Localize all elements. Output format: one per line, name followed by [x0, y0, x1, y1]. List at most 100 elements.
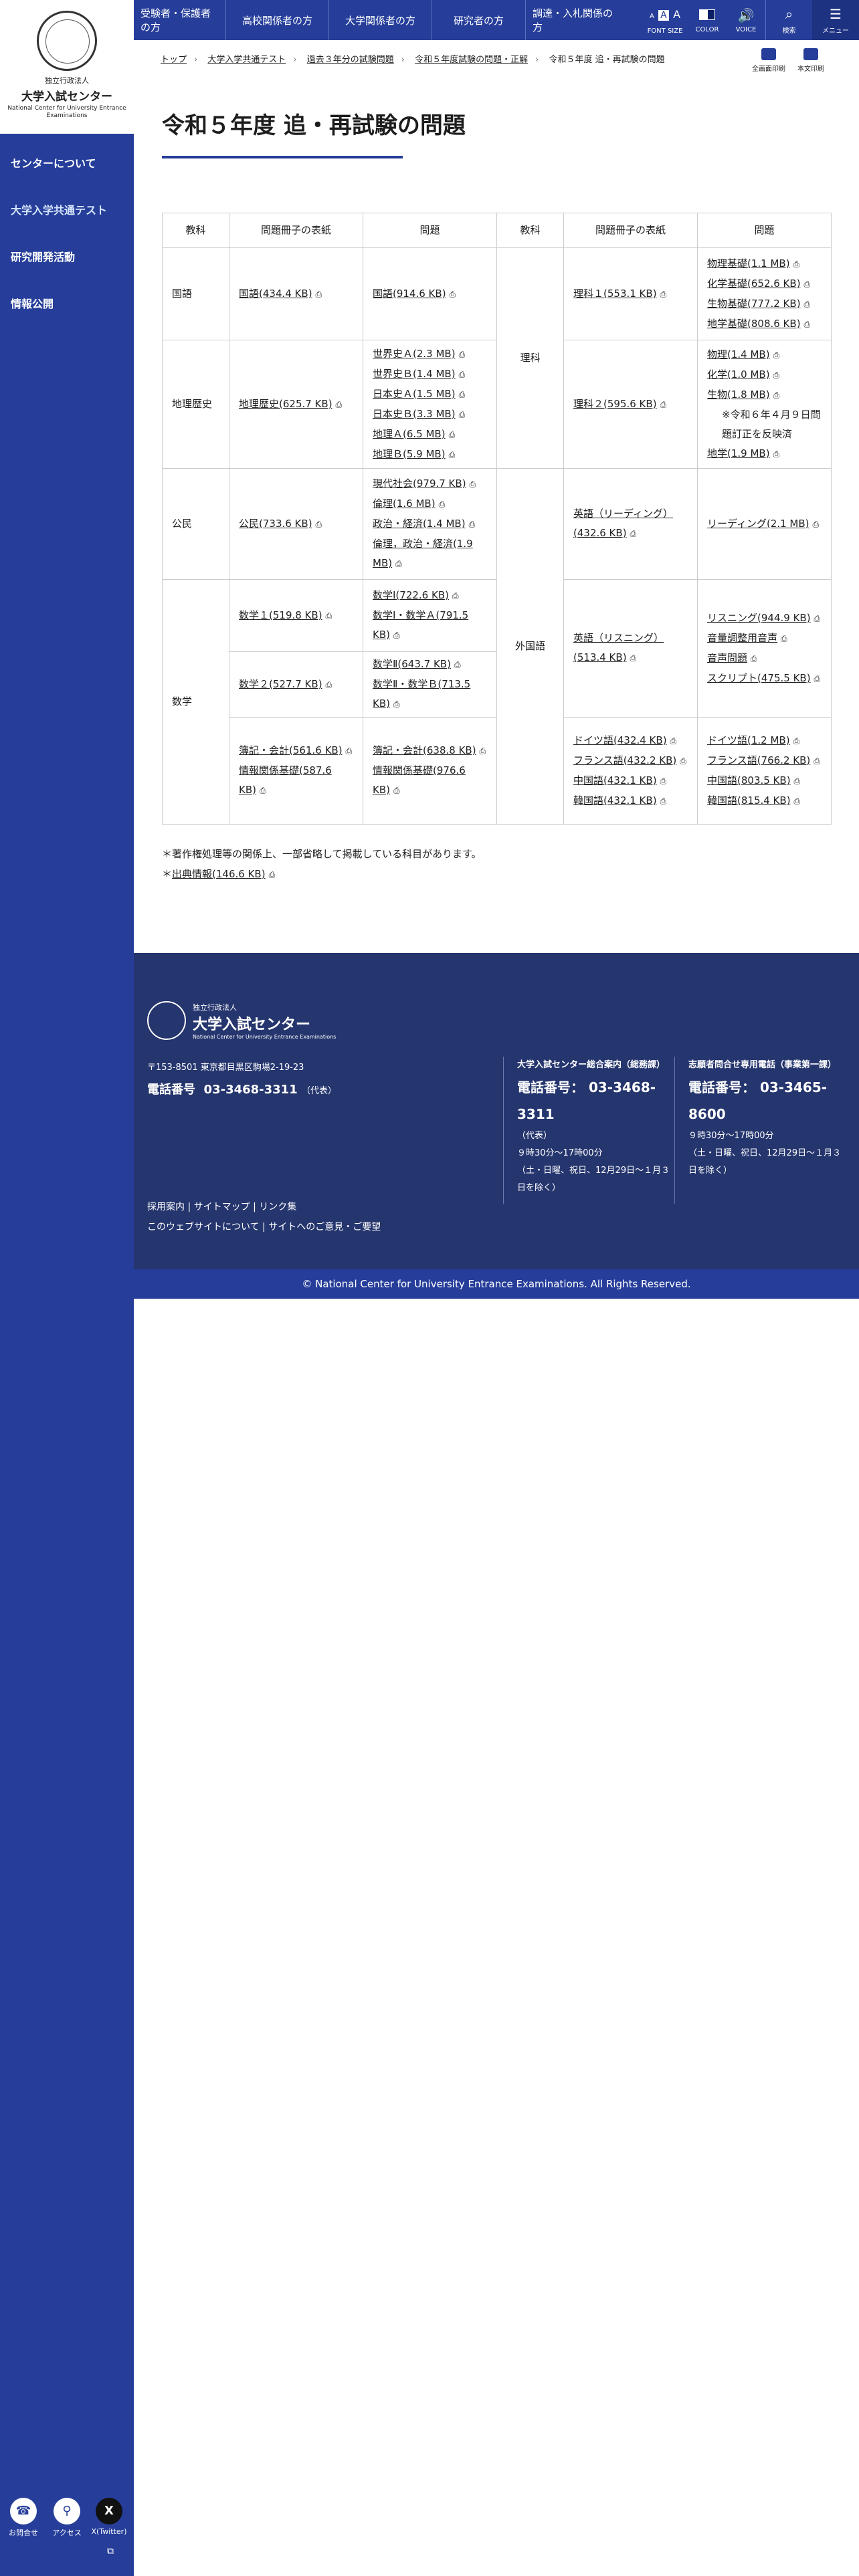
pdf-link[interactable]: 政治・経済(1.4 MB) — [373, 518, 466, 530]
breadcrumb-past-exams[interactable]: 過去３年分の試験問題 — [307, 55, 394, 65]
pdf-link[interactable]: 世界史Ａ(2.3 MB) — [373, 348, 456, 360]
pdf-link[interactable]: 理科１(553.1 KB) — [573, 288, 657, 300]
pdf-link[interactable]: 物理(1.4 MB) — [707, 348, 770, 360]
pdf-link[interactable]: 簿記・会計(561.6 KB) — [239, 744, 343, 756]
pdf-link[interactable]: リーディング(2.1 MB) — [707, 518, 809, 530]
pdf-link[interactable]: 化学(1.0 MB) — [707, 368, 770, 381]
site-logo[interactable]: 独立行政法人 大学入試センター National Center for Univ… — [0, 0, 134, 134]
breadcrumb-r5[interactable]: 令和５年度試験の問題・正解 — [415, 55, 528, 65]
contact-days: （土・日曜、祝日、12月29日～１月３日を除く） — [688, 1148, 842, 1176]
footer-link-recruit[interactable]: 採用案内 — [147, 1202, 185, 1212]
pdf-link[interactable]: ドイツ語(432.4 KB) — [573, 734, 667, 746]
pdf-link[interactable]: 日本史Ｂ(3.3 MB) — [373, 408, 456, 420]
pdf-link[interactable]: 情報関係基礎(587.6 KB) — [239, 764, 332, 796]
pdf-link[interactable]: 情報関係基礎(976.6 KB) — [373, 764, 466, 796]
pdf-link[interactable]: 化学基礎(652.6 KB) — [707, 278, 801, 290]
footer-link-feedback[interactable]: サイトへのご意見・ご要望 — [268, 1222, 381, 1232]
pdf-link[interactable]: 倫理，政治・経済(1.9 MB) — [373, 538, 473, 569]
topnav-highschool[interactable]: 高校関係者の方 — [226, 0, 329, 40]
cell: 英語（リーディング）(432.6 KB) ⎙ — [563, 468, 698, 580]
pdf-link[interactable]: 数学１(519.8 KB) — [239, 609, 322, 621]
pdf-link[interactable]: 生物基礎(777.2 KB) — [707, 298, 801, 310]
pdf-icon: ⎙ — [773, 390, 780, 400]
cell: リスニング(944.9 KB) ⎙ 音量調整用音声 ⎙ 音声問題 ⎙ スクリプト(47… — [697, 579, 832, 718]
pdf-link[interactable]: 中国語(432.1 KB) — [573, 774, 657, 786]
pdf-link[interactable]: 韓国語(815.4 KB) — [707, 794, 791, 807]
table-row: 公民 公民(733.6 KB) ⎙ 現代社会(979.7 KB) ⎙ 倫理(1.6 … — [162, 468, 832, 825]
pdf-link[interactable]: 英語（リーディング）(432.6 KB) — [573, 508, 673, 539]
pdf-link[interactable]: 倫理(1.6 MB) — [373, 498, 436, 510]
audio-link[interactable]: 音声問題 — [707, 652, 747, 664]
pdf-link[interactable]: ドイツ語(1.2 MB) — [707, 734, 790, 746]
footer-link-sitemap[interactable]: サイトマップ — [194, 1202, 250, 1212]
pdf-link[interactable]: 簿記・会計(638.8 KB) — [373, 744, 476, 756]
topnav-university[interactable]: 大学関係者の方 — [329, 0, 432, 40]
font-size-label: FONT SIZE — [647, 27, 683, 35]
breadcrumb-top[interactable]: トップ — [161, 55, 187, 65]
sidenav-item-about[interactable]: センターについて — [0, 140, 134, 187]
pdf-link[interactable]: 物理基礎(1.1 MB) — [707, 257, 790, 270]
sidenav-item-research[interactable]: 研究開発活動 — [0, 234, 134, 281]
topnav-researchers[interactable]: 研究者の方 — [432, 0, 526, 40]
subject-foreign-language: 外国語 — [496, 468, 564, 825]
pdf-link[interactable]: 数学Ⅱ・数学Ｂ(713.5 KB) — [373, 678, 470, 710]
pdf-link[interactable]: 数学Ⅰ・数学Ａ(791.5 KB) — [373, 609, 468, 641]
voice-control[interactable]: 🔊 VOICE — [727, 0, 765, 40]
cell: 数学Ⅱ(643.7 KB) ⎙ 数学Ⅱ・数学Ｂ(713.5 KB) ⎙ — [363, 651, 497, 718]
pdf-link[interactable]: 中国語(803.5 KB) — [707, 774, 791, 786]
pdf-icon: ⎙ — [259, 786, 266, 795]
col-subject: 教科 — [162, 213, 229, 248]
print-body-button[interactable]: 本文印刷 — [797, 48, 824, 73]
pdf-link[interactable]: 地学(1.9 MB) — [707, 447, 770, 459]
print-all-button[interactable]: 全画面印刷 — [752, 48, 785, 73]
pdf-link[interactable]: 日本史Ａ(1.5 MB) — [373, 388, 456, 400]
pdf-link[interactable]: 公民(733.6 KB) — [239, 518, 312, 530]
color-control[interactable]: COLOR — [688, 0, 727, 40]
font-size-control[interactable]: A A A FONT SIZE — [642, 0, 688, 40]
pdf-link[interactable]: 数学２(527.7 KB) — [239, 678, 322, 690]
pdf-link[interactable]: リスニング(944.9 KB) — [707, 612, 811, 624]
pdf-link[interactable]: 地理Ｂ(5.9 MB) — [373, 448, 446, 460]
pdf-link[interactable]: 国語(914.6 KB) — [373, 288, 446, 300]
pdf-link[interactable]: 現代社会(979.7 KB) — [373, 477, 466, 490]
pdf-link[interactable]: 韓国語(432.1 KB) — [573, 794, 657, 807]
footer-links: 採用案内 | サイトマップ | リンク集 このウェブサイトについて | サイトへ… — [147, 1202, 381, 1232]
source-link[interactable]: 出典情報(146.6 KB) — [172, 868, 266, 880]
pdf-icon: ⎙ — [630, 529, 637, 538]
access-button[interactable]: ⚲ アクセス — [47, 2498, 87, 2538]
contact-button[interactable]: ☎ お問合せ — [3, 2498, 43, 2538]
twitter-button[interactable]: X X(Twitter) — [89, 2498, 129, 2536]
pdf-icon: ⎙ — [814, 756, 820, 766]
sidenav-item-common-test[interactable]: 大学入学共通テスト — [0, 187, 134, 234]
cell: 物理基礎(1.1 MB) ⎙ 化学基礎(652.6 KB) ⎙ 生物基礎(777.2… — [697, 247, 832, 340]
pdf-link[interactable]: 地学基礎(808.6 KB) — [707, 318, 801, 330]
contact-title: 大学入試センター総合案内（総務課） — [517, 1060, 666, 1070]
pdf-link[interactable]: フランス語(766.2 KB) — [707, 754, 810, 766]
logo-english: National Center for University Entrance … — [7, 105, 126, 119]
pdf-link[interactable]: 地理歴史(625.7 KB) — [239, 398, 332, 410]
pdf-icon: ⎙ — [438, 500, 446, 509]
search-button[interactable]: ⌕ 検索 — [765, 0, 812, 40]
pdf-link[interactable]: 英語（リスニング）(513.4 KB) — [573, 632, 664, 663]
audio-link[interactable]: 音量調整用音声 — [707, 632, 777, 644]
pdf-icon: ⎙ — [393, 786, 400, 795]
footer-logo[interactable]: 独立行政法人 大学入試センター National Center for Univ… — [147, 1001, 336, 1040]
phone-icon: ☎ — [10, 2498, 37, 2525]
pdf-link[interactable]: 理科２(595.6 KB) — [573, 398, 657, 410]
topnav-procurement[interactable]: 調達・入札関係の方 — [526, 0, 629, 40]
footer-link-links[interactable]: リンク集 — [259, 1202, 296, 1212]
pdf-link[interactable]: 地理Ａ(6.5 MB) — [373, 428, 446, 440]
footer-link-about-site[interactable]: このウェブサイトについて — [147, 1222, 260, 1232]
breadcrumb-common-test[interactable]: 大学入学共通テスト — [207, 55, 286, 65]
menu-button[interactable]: ☰ メニュー — [812, 0, 859, 40]
pdf-link[interactable]: 世界史Ｂ(1.4 MB) — [373, 368, 456, 380]
pdf-link[interactable]: 国語(434.4 KB) — [239, 288, 312, 300]
pdf-icon: ⎙ — [468, 520, 476, 529]
topnav-examinees[interactable]: 受験者・保護者の方 — [134, 0, 226, 40]
pdf-link[interactable]: スクリプト(475.5 KB) — [707, 672, 811, 684]
sidenav-item-disclosure[interactable]: 情報公開 — [0, 281, 134, 328]
pdf-link[interactable]: 生物(1.8 MB) — [707, 389, 770, 401]
pdf-link[interactable]: フランス語(432.2 KB) — [573, 754, 676, 766]
pdf-link[interactable]: 数学Ⅰ(722.6 KB) — [373, 589, 449, 601]
pdf-link[interactable]: 数学Ⅱ(643.7 KB) — [373, 658, 451, 670]
